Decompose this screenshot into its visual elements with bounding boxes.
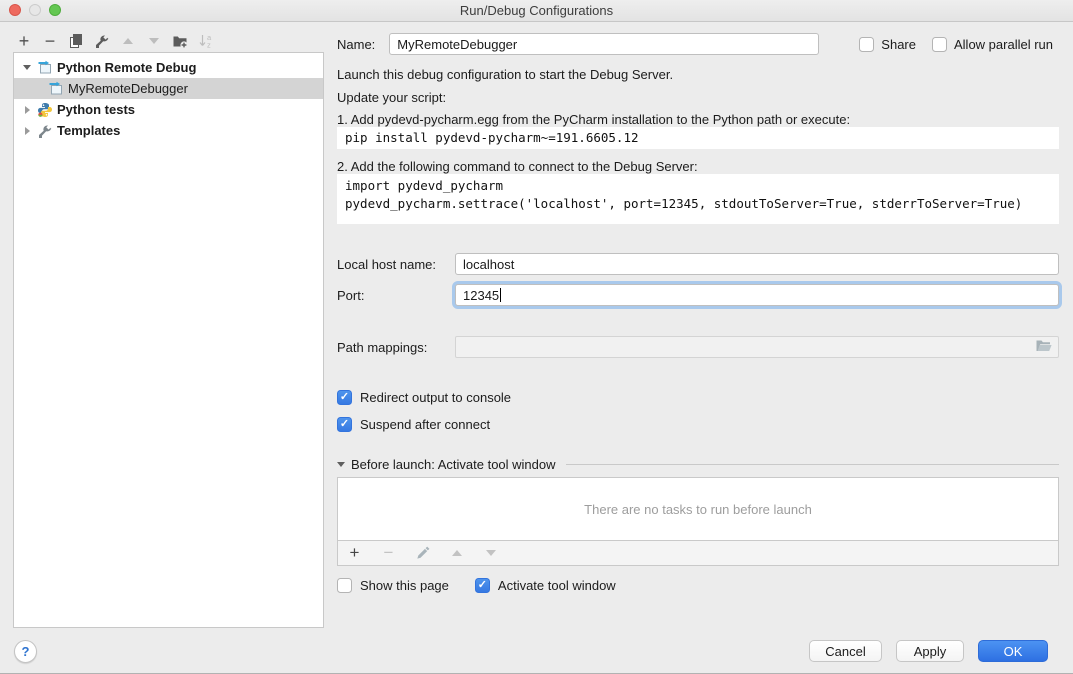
tree-item-label: Python Remote Debug [57, 60, 196, 75]
page-options-row: Show this page ✓ Activate tool window [337, 577, 1059, 593]
configurations-toolbar: + − az [16, 30, 214, 52]
tree-item-templates[interactable]: Templates [14, 120, 323, 141]
check-icon: ✓ [340, 392, 349, 403]
redirect-output-checkbox[interactable]: ✓ [337, 390, 352, 405]
run-debug-configurations-dialog: Run/Debug Configurations + − az Python R… [0, 0, 1073, 674]
move-up-icon[interactable] [120, 33, 136, 49]
tree-item-myremotedebugger[interactable]: MyRemoteDebugger [14, 78, 323, 99]
pip-install-code: pip install pydevd-pycharm~=191.6605.12 [337, 127, 1059, 149]
tree-item-label: Python tests [57, 102, 135, 117]
wrench-icon [37, 123, 53, 139]
instruction-step-2: 2. Add the following command to connect … [337, 159, 1059, 174]
ok-button[interactable]: OK [978, 640, 1048, 662]
instruction-step-1: 1. Add pydevd-pycharm.egg from the PyCha… [337, 112, 1059, 127]
cancel-button[interactable]: Cancel [809, 640, 882, 662]
configuration-editor: Name: Share Allow parallel run Launch th… [337, 30, 1059, 593]
port-row: Port: [337, 284, 1059, 306]
minimize-window-icon[interactable] [29, 4, 41, 16]
share-checkbox-group: Share [859, 37, 916, 52]
path-mappings-input[interactable] [455, 336, 1059, 358]
zoom-window-icon[interactable] [49, 4, 61, 16]
path-mappings-row: Path mappings: [337, 336, 1059, 358]
section-divider [566, 464, 1059, 465]
name-label: Name: [337, 37, 375, 52]
allow-parallel-checkbox-group: Allow parallel run [932, 37, 1053, 52]
add-task-icon[interactable]: + [347, 543, 362, 563]
dialog-buttons: Cancel Apply OK [809, 640, 1048, 662]
redirect-output-label: Redirect output to console [360, 390, 511, 405]
tree-item-label: Templates [57, 123, 120, 138]
remote-debug-config-icon [37, 60, 53, 76]
move-task-up-icon[interactable] [449, 550, 464, 556]
settrace-code-line-1: import pydevd_pycharm [345, 177, 1051, 195]
chevron-right-icon[interactable] [20, 106, 34, 114]
suspend-after-connect-label: Suspend after connect [360, 417, 490, 432]
check-icon: ✓ [478, 580, 487, 591]
chevron-right-icon[interactable] [20, 127, 34, 135]
tree-item-python-remote-debug[interactable]: Python Remote Debug [14, 57, 323, 78]
move-down-icon[interactable] [146, 33, 162, 49]
svg-text:z: z [207, 41, 211, 50]
port-input[interactable] [455, 284, 1059, 306]
edit-task-icon[interactable] [415, 546, 430, 561]
window-title: Run/Debug Configurations [460, 3, 613, 18]
local-host-label: Local host name: [337, 257, 455, 272]
activate-tool-window-checkbox[interactable]: ✓ [475, 578, 490, 593]
python-tests-icon [37, 102, 53, 118]
name-row: Name: Share Allow parallel run [337, 33, 1059, 55]
settrace-code-line-2: pydevd_pycharm.settrace('localhost', por… [345, 195, 1051, 213]
remote-debug-config-icon [48, 81, 64, 97]
suspend-after-connect-row: ✓ Suspend after connect [337, 416, 1059, 432]
settrace-code: import pydevd_pycharm pydevd_pycharm.set… [337, 174, 1059, 224]
before-launch-toolbar: + − [337, 540, 1059, 566]
title-bar: Run/Debug Configurations [0, 0, 1073, 22]
check-icon: ✓ [340, 419, 349, 430]
share-label: Share [881, 37, 916, 52]
text-caret [500, 288, 501, 302]
tree-item-label: MyRemoteDebugger [68, 81, 188, 96]
remove-icon[interactable]: − [42, 33, 58, 49]
apply-button[interactable]: Apply [896, 640, 964, 662]
browse-folder-icon[interactable] [1035, 339, 1053, 356]
collapse-icon[interactable] [337, 462, 345, 467]
configurations-tree: Python Remote Debug MyRemoteDebugger Pyt… [13, 52, 324, 628]
local-host-row: Local host name: [337, 253, 1059, 275]
before-launch-title: Before launch: Activate tool window [351, 457, 556, 472]
question-mark-icon: ? [22, 644, 30, 659]
empty-tasks-message: There are no tasks to run before launch [584, 502, 812, 517]
share-checkbox[interactable] [859, 37, 874, 52]
name-input[interactable] [389, 33, 819, 55]
close-window-icon[interactable] [9, 4, 21, 16]
remove-task-icon[interactable]: − [381, 543, 396, 563]
activate-tool-window-label: Activate tool window [498, 578, 616, 593]
allow-parallel-run-label: Allow parallel run [954, 37, 1053, 52]
move-task-down-icon[interactable] [483, 550, 498, 556]
redirect-output-row: ✓ Redirect output to console [337, 389, 1059, 405]
port-label: Port: [337, 288, 455, 303]
add-icon[interactable]: + [16, 33, 32, 49]
allow-parallel-run-checkbox[interactable] [932, 37, 947, 52]
show-this-page-checkbox[interactable] [337, 578, 352, 593]
tree-item-python-tests[interactable]: Python tests [14, 99, 323, 120]
show-this-page-label: Show this page [360, 578, 449, 593]
instruction-line-2: Update your script: [337, 90, 1059, 105]
chevron-down-icon[interactable] [20, 65, 34, 70]
new-folder-icon[interactable] [172, 33, 188, 49]
sort-icon[interactable]: az [198, 33, 214, 49]
instruction-line-1: Launch this debug configuration to start… [337, 67, 1059, 82]
local-host-input[interactable] [455, 253, 1059, 275]
edit-templates-icon[interactable] [94, 33, 110, 49]
path-mappings-label: Path mappings: [337, 340, 455, 355]
before-launch-task-list[interactable]: There are no tasks to run before launch [337, 477, 1059, 541]
traffic-lights [9, 4, 61, 16]
help-button[interactable]: ? [14, 640, 37, 663]
before-launch-header[interactable]: Before launch: Activate tool window [337, 457, 1059, 472]
suspend-after-connect-checkbox[interactable]: ✓ [337, 417, 352, 432]
copy-icon[interactable] [68, 33, 84, 49]
